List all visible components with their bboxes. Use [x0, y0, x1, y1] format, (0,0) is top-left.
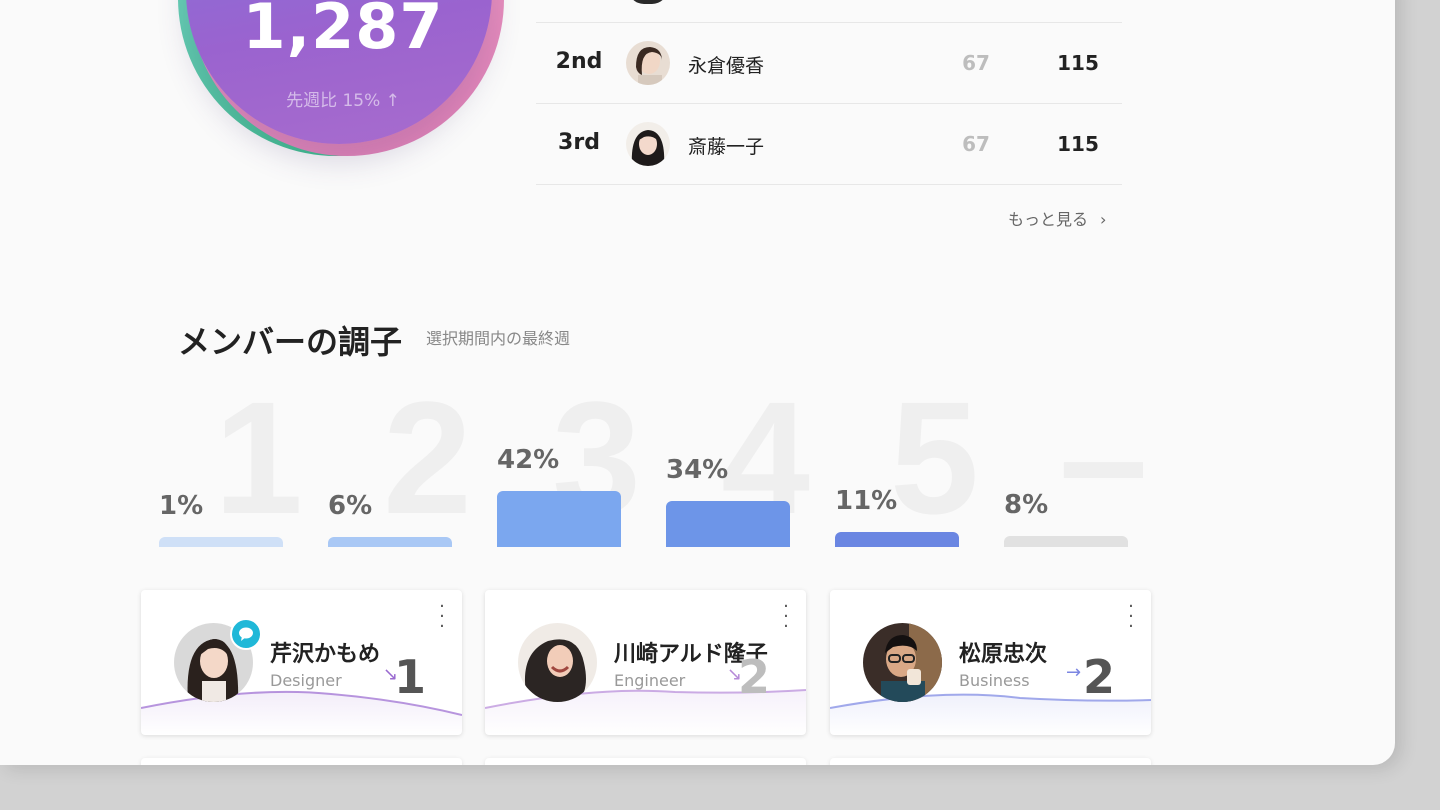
score-b: 115 — [1057, 51, 1099, 75]
chart-category-label: 1 — [214, 366, 303, 550]
chart-bar — [328, 537, 452, 547]
more-options-icon[interactable]: · · · — [780, 598, 792, 636]
chart-category-label: 2 — [383, 366, 472, 550]
chart-data-label: 6% — [328, 491, 373, 521]
dashboard-panel: 1,287 先週比 15% ↑ 2nd 永倉優香 67 115 3rd 斎藤一子… — [0, 0, 1395, 765]
table-row[interactable]: 3rd 斎藤一子 67 115 — [536, 104, 1122, 185]
rank-position: 3rd — [558, 130, 600, 155]
more-options-icon[interactable]: · · · — [1125, 598, 1137, 636]
message-badge[interactable] — [230, 618, 262, 650]
more-link[interactable]: もっと見る › — [1008, 206, 1106, 230]
member-card[interactable]: 芹沢かもめ Designer · · · ↘ 1 — [141, 590, 462, 735]
member-name: 芹沢かもめ — [270, 642, 381, 667]
section-title: メンバーの調子 — [178, 323, 403, 361]
member-role: Engineer — [614, 671, 686, 690]
ranking-table: 2nd 永倉優香 67 115 3rd 斎藤一子 67 115 — [536, 0, 1122, 185]
chart-bar — [835, 532, 959, 547]
chart-bar — [666, 501, 790, 547]
member-card[interactable]: 松原忠次 Business · · · → 2 — [830, 590, 1151, 735]
member-card-partial — [485, 758, 806, 765]
score-a: 67 — [962, 51, 990, 75]
member-card-partial — [830, 758, 1151, 765]
score-change-label: 先週比 15% ↑ — [286, 91, 400, 111]
score-a: 67 — [962, 132, 990, 156]
avatar[interactable] — [863, 623, 942, 702]
trend-value: 2 — [1082, 650, 1115, 704]
trend-arrow-icon: → — [1066, 662, 1082, 683]
member-role: Business — [959, 671, 1030, 690]
score-circle: 1,287 先週比 15% ↑ — [178, 0, 508, 220]
trend-value: 1 — [393, 650, 426, 704]
avatar — [626, 41, 670, 85]
member-name: 永倉優香 — [688, 55, 765, 77]
avatar — [626, 122, 670, 166]
member-role: Designer — [270, 671, 342, 690]
chart-data-label: 34% — [666, 455, 729, 486]
table-row[interactable]: 2nd 永倉優香 67 115 — [536, 23, 1122, 104]
chart-category-label: – — [1059, 366, 1148, 550]
rank-position: 2nd — [555, 49, 603, 74]
chart-data-label: 1% — [159, 491, 204, 521]
member-name: 松原忠次 — [959, 642, 1048, 667]
avatar[interactable] — [518, 623, 597, 702]
score-value: 1,287 — [242, 0, 444, 63]
avatar — [628, 0, 668, 4]
chat-bubble-icon — [239, 627, 253, 641]
score-b: 115 — [1057, 132, 1099, 156]
chart-bar — [497, 490, 621, 547]
chart-data-label: 8% — [1004, 490, 1049, 521]
member-name: 斎藤一子 — [688, 136, 765, 158]
trend-value: 2 — [737, 650, 770, 704]
chart-data-label: 11% — [835, 486, 898, 517]
member-card-partial — [141, 758, 462, 765]
section-subtitle: 選択期間内の最終週 — [426, 329, 571, 348]
more-link-label: もっと見る — [1008, 210, 1089, 229]
chart-category-label: 5 — [890, 366, 979, 550]
chart-bar — [1004, 536, 1128, 547]
member-card[interactable]: 川崎アルド隆子 Engineer · · · ↘ 2 — [485, 590, 806, 735]
table-row-partial — [536, 0, 1122, 23]
chart-bar — [159, 537, 283, 547]
chart-data-label: 42% — [497, 444, 560, 475]
more-options-icon[interactable]: · · · — [436, 598, 448, 636]
condition-bar-chart: 11%26%342%434%511%–8% — [140, 368, 1160, 550]
chevron-right-icon: › — [1100, 210, 1107, 229]
